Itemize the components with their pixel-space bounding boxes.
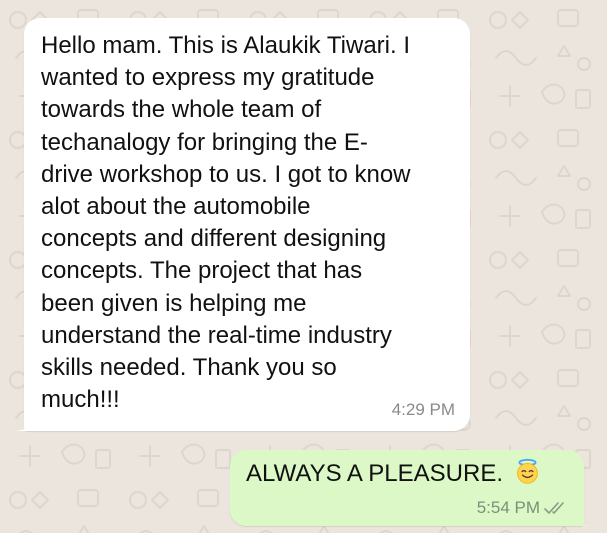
incoming-bubble-tail	[15, 417, 33, 431]
incoming-message-timestamp: 4:29 PM	[391, 400, 455, 419]
outgoing-message-text: ALWAYS A PLEASURE.	[246, 460, 503, 487]
outgoing-message-timestamp: 5:54 PM	[476, 498, 540, 517]
outgoing-message-line: ALWAYS A PLEASURE.	[246, 458, 541, 490]
smiling-face-with-halo-icon	[516, 458, 538, 484]
outgoing-message-bubble[interactable]: ALWAYS A PLEASURE. 5:54 PM	[230, 450, 593, 526]
outgoing-message-meta: 5:54 PM	[477, 498, 570, 518]
incoming-message-text: Hello mam. This is Alaukik Tiwari. I wan…	[41, 32, 411, 414]
incoming-message-bubble[interactable]: Hello mam. This is Alaukik Tiwari. I wan…	[15, 18, 470, 431]
outgoing-bubble-tail	[575, 512, 593, 526]
double-check-icon	[544, 502, 564, 514]
